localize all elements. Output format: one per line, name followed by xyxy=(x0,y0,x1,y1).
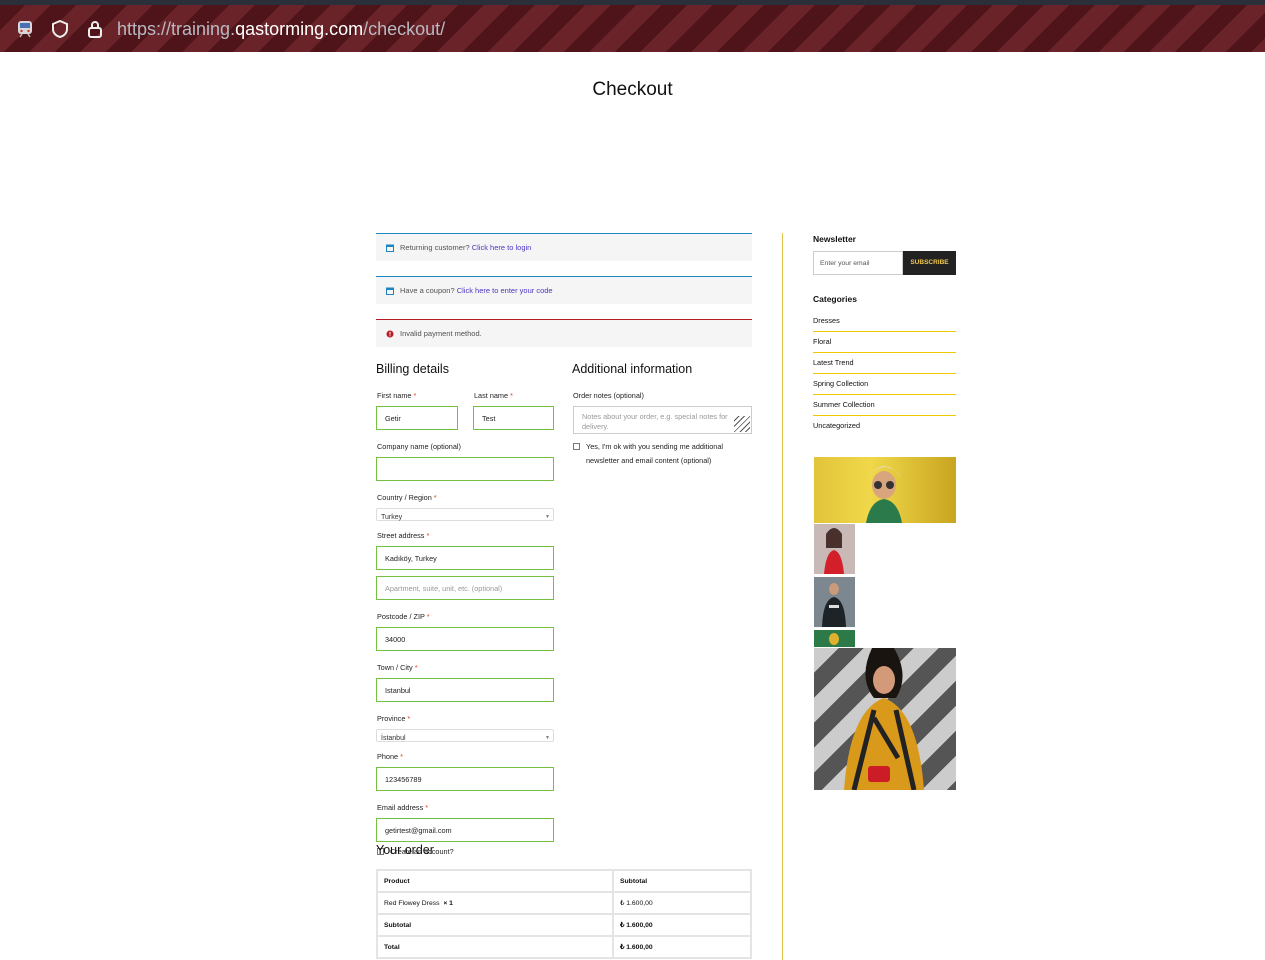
your-order-heading: Your order xyxy=(376,843,434,857)
last-name-label: Last name * xyxy=(474,391,513,400)
train-icon[interactable] xyxy=(13,17,37,41)
category-link-uncategorized[interactable]: Uncategorized xyxy=(813,416,956,437)
gallery-thumb-dark[interactable] xyxy=(814,577,855,627)
category-link-summer-collection[interactable]: Summer Collection xyxy=(813,395,956,416)
gallery-thumb-red[interactable] xyxy=(814,524,855,574)
postcode-input[interactable]: 34000 xyxy=(376,627,554,651)
category-link-floral[interactable]: Floral xyxy=(813,332,956,353)
category-link-spring-collection[interactable]: Spring Collection xyxy=(813,374,956,395)
browser-address-bar: https://training.qastorming.com/checkout… xyxy=(0,0,1265,52)
email-label: Email address * xyxy=(377,803,429,812)
subtotal-header: Subtotal xyxy=(612,869,752,893)
price-cell: ₺ 1.600,00 xyxy=(612,891,752,915)
company-input[interactable] xyxy=(376,457,554,481)
order-notes-textarea[interactable]: Notes about your order, e.g. special not… xyxy=(573,406,752,434)
first-name-label: First name * xyxy=(377,391,417,400)
province-select[interactable]: İstanbul ▼ xyxy=(376,729,554,742)
order-notes-label: Order notes (optional) xyxy=(573,391,644,400)
category-link-dresses[interactable]: Dresses xyxy=(813,311,956,332)
order-table: Product Subtotal Red Flowey Dress × 1 ₺ … xyxy=(376,869,752,959)
categories-heading: Categories xyxy=(813,294,857,304)
total-value: ₺ 1.600,00 xyxy=(612,935,752,959)
resize-handle-icon[interactable] xyxy=(734,416,750,432)
apartment-input[interactable]: Apartment, suite, unit, etc. (optional) xyxy=(376,576,554,600)
error-notice: Invalid payment method. xyxy=(376,319,752,347)
company-label: Company name (optional) xyxy=(377,442,461,451)
coupon-link[interactable]: Click here to enter your code xyxy=(457,286,553,295)
table-row: Red Flowey Dress × 1 ₺ 1.600,00 xyxy=(376,891,752,915)
newsletter-optin-checkbox[interactable]: Yes, I'm ok with you sending me addition… xyxy=(572,440,752,468)
newsletter-form: Enter your email SUBSCRIBE xyxy=(813,251,956,275)
billing-details: Billing details First name * Getir Last … xyxy=(376,362,554,856)
subtotal-label: Subtotal xyxy=(376,913,614,937)
newsletter-email-input[interactable]: Enter your email xyxy=(813,251,903,275)
sidebar-divider xyxy=(782,233,783,960)
street-input[interactable]: Kadıköy, Turkey xyxy=(376,546,554,570)
table-row: Subtotal ₺ 1.600,00 xyxy=(376,913,752,937)
billing-heading: Billing details xyxy=(376,362,449,376)
postcode-label: Postcode / ZIP * xyxy=(377,612,430,621)
checkout-form: Returning customer? Click here to login … xyxy=(376,233,752,959)
country-label: Country / Region * xyxy=(377,493,437,502)
last-name-input[interactable]: Test xyxy=(473,406,554,430)
province-label: Province * xyxy=(377,714,411,723)
city-label: Town / City * xyxy=(377,663,418,672)
table-row: Product Subtotal xyxy=(376,869,752,893)
category-link-latest-trend[interactable]: Latest Trend xyxy=(813,353,956,374)
product-header: Product xyxy=(376,869,614,893)
login-link[interactable]: Click here to login xyxy=(472,243,532,252)
calendar-icon xyxy=(386,244,394,252)
chevron-down-icon: ▼ xyxy=(545,514,550,520)
page-title: Checkout xyxy=(592,79,673,100)
table-row: Total ₺ 1.600,00 xyxy=(376,935,752,959)
sidebar: Newsletter Enter your email SUBSCRIBE Ca… xyxy=(813,233,956,790)
total-label: Total xyxy=(376,935,614,959)
checkbox-box[interactable] xyxy=(573,443,580,450)
country-select[interactable]: Turkey ▼ xyxy=(376,508,554,521)
newsletter-heading: Newsletter xyxy=(813,234,856,244)
product-cell: Red Flowey Dress × 1 xyxy=(376,891,614,915)
first-name-input[interactable]: Getir xyxy=(376,406,458,430)
gallery-image-yellow-jacket[interactable] xyxy=(814,648,956,790)
subtotal-value: ₺ 1.600,00 xyxy=(612,913,752,937)
phone-input[interactable]: 123456789 xyxy=(376,767,554,791)
gallery-image-yellow-wall[interactable] xyxy=(814,457,956,523)
phone-label: Phone * xyxy=(377,752,403,761)
email-input[interactable]: getirtest@gmail.com xyxy=(376,818,554,842)
additional-heading: Additional information xyxy=(572,362,693,376)
coupon-notice: Have a coupon? Click here to enter your … xyxy=(376,276,752,304)
url-text[interactable]: https://training.qastorming.com/checkout… xyxy=(117,19,445,40)
returning-customer-notice: Returning customer? Click here to login xyxy=(376,233,752,261)
subscribe-button[interactable]: SUBSCRIBE xyxy=(903,251,956,275)
gallery-thumb-green[interactable] xyxy=(814,630,855,647)
categories-list: Dresses Floral Latest Trend Spring Colle… xyxy=(813,311,956,437)
lock-icon[interactable] xyxy=(83,17,107,41)
chevron-down-icon: ▼ xyxy=(545,735,550,741)
city-input[interactable]: Istanbul xyxy=(376,678,554,702)
additional-information: Additional information Order notes (opti… xyxy=(572,362,752,468)
street-label: Street address * xyxy=(377,531,430,540)
calendar-icon xyxy=(386,287,394,295)
error-icon xyxy=(386,330,394,338)
shield-icon[interactable] xyxy=(48,17,72,41)
